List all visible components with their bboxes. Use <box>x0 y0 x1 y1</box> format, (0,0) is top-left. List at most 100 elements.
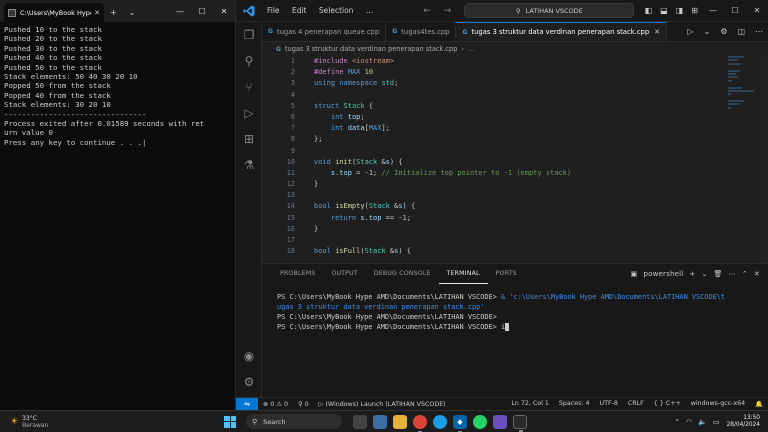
search-icon[interactable]: ⚲ <box>236 48 262 74</box>
problems-status[interactable]: ⊗ 0 ⚠ 0 <box>258 401 293 408</box>
console-window[interactable]: C:\Users\MyBook Hype A ✕ + ⌄ — ☐ ✕ Pushe… <box>0 0 236 410</box>
maximize-button[interactable]: ☐ <box>191 7 213 16</box>
chevron-down-icon[interactable]: ⌄ <box>698 270 710 278</box>
source-control-icon[interactable]: ⑂ <box>236 74 262 100</box>
tab-output[interactable]: OUTPUT <box>323 264 365 284</box>
code-line[interactable]: 4 <box>262 90 732 101</box>
run-icon[interactable]: ▷ <box>682 27 698 36</box>
launch-config[interactable]: ▷ (Windows) Launch (LATIHAN VSCODE) <box>314 401 451 408</box>
code-line[interactable]: 5 struct Stack { <box>262 101 732 112</box>
edge-icon[interactable] <box>433 414 447 429</box>
code-line[interactable]: 10 void init(Stack &s) { <box>262 157 732 168</box>
task-view-icon[interactable] <box>353 414 367 429</box>
code-line[interactable]: 17 <box>262 235 732 246</box>
toggle-secondary-sidebar-icon[interactable]: ◨ <box>672 6 688 15</box>
cpp-config[interactable]: windows-gcc-x64 <box>686 400 750 408</box>
minimize-button[interactable]: — <box>702 6 724 15</box>
back-arrow-icon[interactable]: ← <box>418 6 436 16</box>
editor-scrollbar[interactable] <box>760 56 768 263</box>
code-line[interactable]: 7 int data[MAX]; <box>262 123 732 134</box>
code-line[interactable]: 9 <box>262 146 732 157</box>
chevron-up-icon[interactable]: ⌃ <box>671 418 683 426</box>
whatsapp-icon[interactable] <box>473 414 487 429</box>
tab-ports[interactable]: PORTS <box>488 264 525 284</box>
kill-terminal-icon[interactable]: 🗑 <box>711 270 726 278</box>
code-line[interactable]: 14 bool isEmpty(Stack &s) { <box>262 201 732 212</box>
close-tab-icon[interactable]: ✕ <box>94 9 100 17</box>
breadcrumb[interactable]: G tugas 3 struktur data verdinan penerap… <box>262 42 768 56</box>
console-tab[interactable]: C:\Users\MyBook Hype A ✕ <box>4 3 104 22</box>
language-mode[interactable]: { } C++ <box>649 400 686 408</box>
file-explorer-icon[interactable] <box>393 414 407 429</box>
tab-stack[interactable]: Gtugas 3 struktur data verdinan penerapa… <box>456 22 667 41</box>
code-line[interactable]: 12} <box>262 179 732 190</box>
maximize-panel-icon[interactable]: ⌃ <box>739 270 751 278</box>
extensions-icon[interactable]: ⊞ <box>236 126 262 152</box>
minimize-button[interactable]: — <box>169 7 191 16</box>
testing-icon[interactable]: ⚗ <box>236 152 262 178</box>
account-icon[interactable]: ◉ <box>236 343 262 369</box>
menu-more[interactable]: … <box>361 6 379 15</box>
line-ending[interactable]: CRLF <box>623 400 649 408</box>
code-line[interactable]: 6 int top; <box>262 112 732 123</box>
menu-selection[interactable]: Selection <box>314 6 359 15</box>
code-line[interactable]: 3 using namespace std; <box>262 78 732 89</box>
battery-icon[interactable]: ▭ <box>710 418 723 426</box>
taskbar-search[interactable]: ⚲ Search <box>246 414 342 429</box>
toggle-sidebar-icon[interactable]: ◧ <box>641 6 657 15</box>
close-window-button[interactable]: ✕ <box>213 7 235 16</box>
widgets-icon[interactable] <box>373 414 387 429</box>
tab-queue[interactable]: Gtugas 4 penerapan queue.cpp <box>262 22 387 41</box>
chevron-down-icon[interactable]: ⌄ <box>699 27 716 36</box>
split-editor-icon[interactable]: ◫ <box>732 27 750 36</box>
code-line[interactable]: 2 #define MAX 10 <box>262 67 732 78</box>
tab-debug-console[interactable]: DEBUG CONSOLE <box>366 264 439 284</box>
chrome-icon[interactable] <box>413 414 427 432</box>
code-line[interactable]: 15 return s.top == -1; <box>262 213 732 224</box>
close-window-button[interactable]: ✕ <box>746 6 768 15</box>
store-icon[interactable] <box>493 414 507 429</box>
close-panel-icon[interactable]: ✕ <box>751 270 768 278</box>
indentation[interactable]: Spaces: 4 <box>554 400 595 408</box>
explorer-icon[interactable]: ❐ <box>236 22 262 48</box>
more-actions-icon[interactable]: ⋯ <box>750 27 768 36</box>
weather-widget[interactable]: ☀ 33°C Berawan <box>0 415 180 429</box>
vscode-taskbar-icon[interactable]: ◆ <box>453 414 467 432</box>
code-line[interactable]: 16} <box>262 224 732 235</box>
tab-tugas4tes[interactable]: Gtugas4tes.cpp <box>386 22 457 41</box>
code-line[interactable]: 1 #include <iostream> <box>262 56 732 67</box>
console-output[interactable]: Pushed 10 to the stack Pushed 20 to the s… <box>0 22 235 150</box>
gear-icon[interactable]: ⚙ <box>236 369 262 395</box>
cursor-position[interactable]: Ln 72, Col 1 <box>506 400 554 408</box>
maximize-button[interactable]: ☐ <box>724 6 746 15</box>
new-tab-button[interactable]: + <box>104 8 123 17</box>
more-actions-icon[interactable]: ⋯ <box>726 270 739 278</box>
terminal-output[interactable]: PS C:\Users\MyBook Hype AMD\Documents\LA… <box>262 284 768 340</box>
terminal-taskbar-icon[interactable] <box>513 414 527 432</box>
code-line[interactable]: 13 <box>262 190 732 201</box>
code-line[interactable]: 8}; <box>262 134 732 145</box>
command-center[interactable]: ⚲ LATIHAN VSCODE <box>464 3 635 18</box>
tab-terminal[interactable]: TERMINAL <box>438 264 488 284</box>
volume-icon[interactable]: 🔈 <box>695 418 710 426</box>
remote-icon[interactable]: ⇋ <box>236 397 258 411</box>
notifications-icon[interactable]: 🔔 <box>750 400 768 408</box>
customize-layout-icon[interactable]: ⊞ <box>687 6 702 15</box>
code-editor[interactable]: 1 #include <iostream> 2 #define MAX 10 3 usin… <box>262 56 732 263</box>
menu-edit[interactable]: Edit <box>287 6 312 15</box>
gear-icon[interactable]: ⚙ <box>715 27 732 36</box>
code-line[interactable]: 11 s.top = -1; // Initialize top pointer… <box>262 168 732 179</box>
wifi-icon[interactable]: ◠ <box>683 418 695 426</box>
code-line[interactable]: 18 bool isFull(Stack &s) { <box>262 246 732 257</box>
close-icon[interactable]: ✕ <box>654 28 660 36</box>
forward-arrow-icon[interactable]: → <box>439 6 457 16</box>
tab-problems[interactable]: PROBLEMS <box>272 264 323 284</box>
vscode-window[interactable]: File Edit Selection … ← → ⚲ LATIHAN VSCO… <box>236 0 768 411</box>
start-button[interactable] <box>224 415 236 428</box>
terminal-profile[interactable]: powershell <box>640 270 686 278</box>
chevron-down-icon[interactable]: ⌄ <box>123 8 142 17</box>
encoding[interactable]: UTF-8 <box>595 400 623 408</box>
run-debug-icon[interactable]: ▷ <box>236 100 262 126</box>
clock[interactable]: 13:50 28/04/2024 <box>723 415 768 429</box>
toggle-panel-icon[interactable]: ⬓ <box>656 6 672 15</box>
